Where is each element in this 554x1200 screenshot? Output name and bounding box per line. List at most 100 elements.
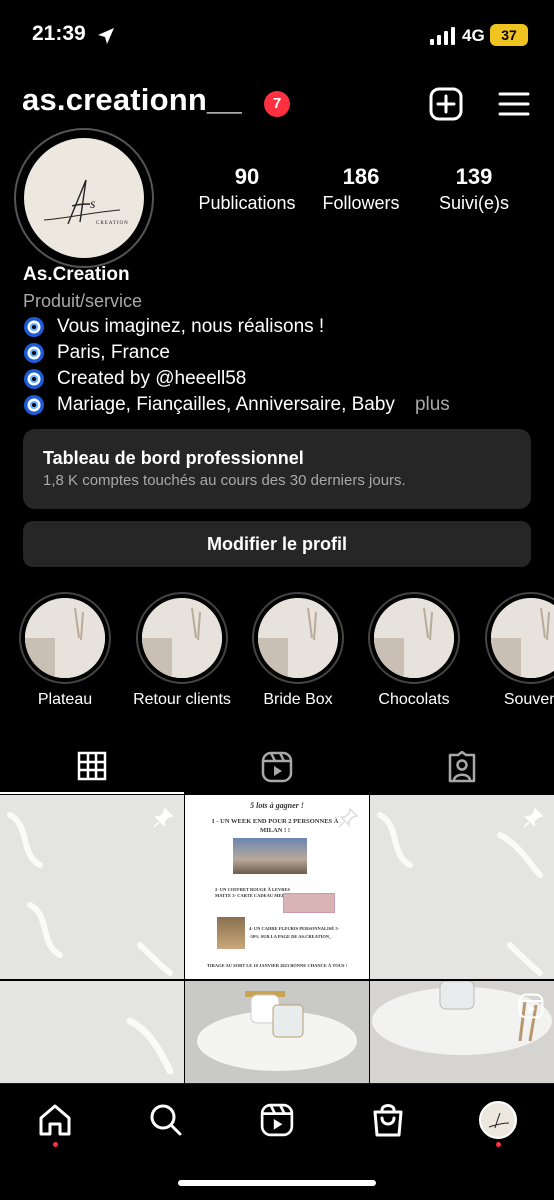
stat-label: Followers xyxy=(322,193,400,213)
profile-notification-dot xyxy=(496,1142,501,1147)
nav-reels[interactable] xyxy=(255,1098,299,1142)
location-arrow-icon xyxy=(98,28,114,44)
bio-line: Vous imaginez, nous réalisons ! xyxy=(23,314,533,340)
lipstick-set-image xyxy=(283,893,335,913)
story-highlights: Plateau Retour clients Bride Box Chocola… xyxy=(0,592,554,717)
highlight-thumbnail xyxy=(142,598,222,678)
bio-text[interactable]: Created by @heeell58 xyxy=(57,366,246,392)
profile-category: Produit/service xyxy=(23,291,143,311)
highlight-item[interactable]: Plateau xyxy=(15,592,115,709)
bio-line: Paris, France xyxy=(23,340,533,366)
milan-cathedral-image xyxy=(233,838,307,874)
avatar-sub-text: CREATION xyxy=(96,221,129,226)
status-time: 21:39 xyxy=(32,22,86,45)
bio-text: Vous imaginez, nous réalisons ! xyxy=(57,316,325,337)
highlight-item[interactable]: Retour clients xyxy=(132,592,232,709)
stat-followers[interactable]: 186 Followers xyxy=(310,164,412,216)
bio-text: Mariage, Fiançailles, Anniversaire, Baby xyxy=(57,394,395,415)
home-notification-dot xyxy=(53,1142,58,1147)
post-thumbnail-reel[interactable] xyxy=(370,981,554,1085)
home-icon xyxy=(39,1104,71,1136)
home-indicator[interactable] xyxy=(178,1180,376,1186)
notification-badge[interactable]: 7 xyxy=(264,91,290,117)
avatar-logo: s CREATION xyxy=(24,138,144,258)
highlight-ring xyxy=(368,592,460,684)
posts-grid: 5 lots à gagner ! 1 - UN WEEK END POUR 2… xyxy=(0,795,554,1085)
reels-icon xyxy=(260,1103,294,1137)
nazar-eye-icon xyxy=(24,317,44,337)
post-thumbnail[interactable] xyxy=(185,981,369,1085)
menu-icon[interactable] xyxy=(496,86,532,122)
pinned-icon xyxy=(153,807,174,828)
profile-bio: As.Creation Produit/service Vous imagine… xyxy=(23,262,533,418)
highlight-item[interactable]: Chocolats xyxy=(364,592,464,709)
stat-following[interactable]: 139 Suivi(e)s xyxy=(426,164,522,216)
professional-dashboard[interactable]: Tableau de bord professionnel 1,8 K comp… xyxy=(23,429,531,509)
stat-publications[interactable]: 90 Publications xyxy=(186,164,308,216)
profile-display-name: As.Creation xyxy=(23,264,130,285)
highlight-ring xyxy=(485,592,554,684)
battery-indicator: 37 xyxy=(490,24,528,46)
shopping-bag-icon xyxy=(373,1104,403,1137)
dashboard-subtitle: 1,8 K comptes touchés au cours des 30 de… xyxy=(43,472,406,489)
giveaway-prize-1: 1 - UN WEEK END POUR 2 PERSONNES À MILAN… xyxy=(211,818,339,834)
bio-more-link[interactable]: plus xyxy=(415,392,450,418)
highlight-label: Plateau xyxy=(37,691,93,708)
nav-profile[interactable] xyxy=(476,1098,520,1142)
bio-line: Mariage, Fiançailles, Anniversaire, Baby… xyxy=(23,392,533,418)
stat-label: Publications xyxy=(198,193,296,213)
nazar-eye-icon xyxy=(24,343,44,363)
stat-value: 139 xyxy=(455,164,493,189)
stat-value: 186 xyxy=(342,164,380,189)
tab-tagged[interactable] xyxy=(370,740,554,794)
dashboard-title: Tableau de bord professionnel xyxy=(43,448,304,468)
post-thumbnail[interactable] xyxy=(370,795,554,979)
stat-value: 90 xyxy=(234,164,260,189)
tagged-person-icon xyxy=(448,751,476,783)
profile-tabs xyxy=(0,740,554,794)
highlight-label: Chocolats xyxy=(378,691,450,708)
profile-avatar-small xyxy=(479,1101,517,1139)
bio-line: Created by @heeell58 xyxy=(23,366,533,392)
tab-reels[interactable] xyxy=(185,740,369,794)
pinned-icon xyxy=(523,807,544,828)
highlight-thumbnail xyxy=(491,598,554,678)
nav-home[interactable] xyxy=(33,1098,77,1142)
profile-username[interactable]: as.creationn__ xyxy=(22,82,242,118)
highlight-ring xyxy=(252,592,344,684)
highlight-label: Retour clients xyxy=(133,691,231,708)
highlight-ring xyxy=(19,592,111,684)
highlight-item[interactable]: Bride Box xyxy=(248,592,348,709)
highlight-thumbnail xyxy=(25,598,105,678)
avatar-monogram-s: s xyxy=(90,197,96,212)
profile-avatar[interactable]: s CREATION xyxy=(14,128,154,268)
reel-badge-icon xyxy=(518,993,544,1019)
status-bar: 21:39 4G 37 xyxy=(0,0,554,70)
nazar-eye-icon xyxy=(24,369,44,389)
giveaway-prize-3: 4- UN CADRE FLEURIS PERSONNALISÉ 5- -30%… xyxy=(249,926,340,939)
network-type: 4G xyxy=(462,26,485,45)
post-thumbnail-giveaway[interactable]: 5 lots à gagner ! 1 - UN WEEK END POUR 2… xyxy=(185,795,369,979)
create-post-icon[interactable] xyxy=(428,86,464,122)
giveaway-draw-date: TIRAGE AU SORT LE 10 JANVIER 2023 BONNE … xyxy=(206,963,348,968)
highlight-label: Souven xyxy=(503,691,554,708)
edit-profile-button[interactable]: Modifier le profil xyxy=(23,521,531,567)
highlight-item[interactable]: Souven xyxy=(481,592,554,709)
stat-label: Suivi(e)s xyxy=(438,193,509,213)
signal-bars-icon xyxy=(430,27,455,45)
highlight-thumbnail xyxy=(258,598,338,678)
highlight-thumbnail xyxy=(374,598,454,678)
post-thumbnail[interactable] xyxy=(0,795,184,979)
search-icon xyxy=(150,1104,182,1136)
nav-search[interactable] xyxy=(144,1098,188,1142)
grid-icon xyxy=(77,751,107,781)
reels-icon xyxy=(261,751,293,783)
nav-shop[interactable] xyxy=(366,1098,410,1142)
bio-text: Paris, France xyxy=(57,342,170,363)
tab-posts-grid[interactable] xyxy=(0,740,184,794)
post-thumbnail[interactable] xyxy=(0,981,184,1085)
nazar-eye-icon xyxy=(24,395,44,415)
profile-header: as.creationn__ 7 xyxy=(0,82,554,126)
pinned-icon xyxy=(338,807,359,828)
highlight-label: Bride Box xyxy=(263,691,333,708)
